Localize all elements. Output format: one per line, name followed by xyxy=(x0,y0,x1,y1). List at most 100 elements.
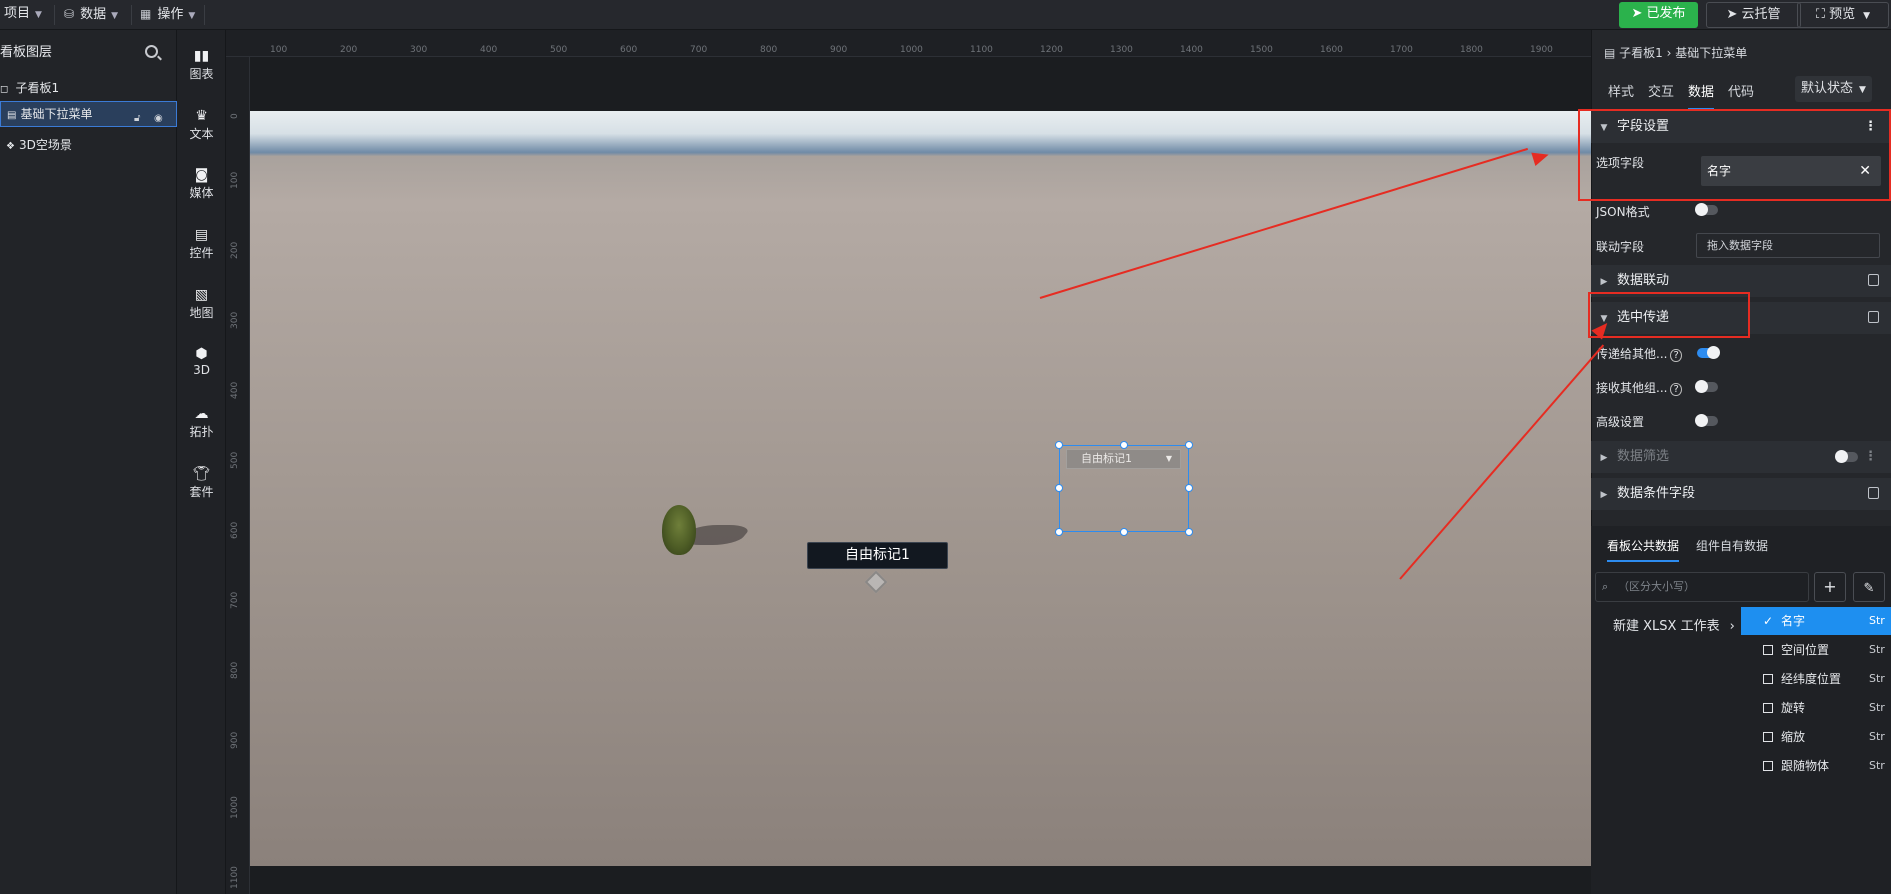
field-item[interactable]: ✓ 名字 Str xyxy=(1741,607,1891,635)
preview-label: 预览 xyxy=(1829,7,1856,22)
data-menu[interactable]: ⛁ 数据 ▼ xyxy=(64,0,118,30)
section-title: 数据筛选 xyxy=(1617,449,1670,464)
tool-kit[interactable]: 👕︎ 套件 xyxy=(177,465,226,500)
ruler-tick-label: 200 xyxy=(230,241,240,259)
tab-style[interactable]: 样式 xyxy=(1608,81,1634,100)
receive-others-label: 接收其他组...? xyxy=(1596,379,1682,396)
ruler-tick-label: 1000 xyxy=(230,796,240,819)
ruler-tick-label: 800 xyxy=(230,661,240,679)
resize-handle[interactable] xyxy=(1120,441,1128,449)
tab-code[interactable]: 代码 xyxy=(1728,81,1754,100)
3d-scene-viewport[interactable] xyxy=(250,111,1591,866)
tab-board-public-data[interactable]: 看板公共数据 xyxy=(1607,537,1680,562)
field-name: 名字 xyxy=(1781,614,1806,628)
ruler-tick-label: 1900 xyxy=(1530,45,1553,55)
section-condition-field[interactable]: ▶ 数据条件字段 xyxy=(1591,478,1891,510)
ruler-tick-label: 1700 xyxy=(1390,45,1413,55)
ruler-tick-label: 600 xyxy=(230,521,240,539)
eye-icon[interactable]: ◉ xyxy=(154,107,166,124)
field-item[interactable]: 旋转 Str xyxy=(1741,694,1891,722)
layer-item-3d-scene[interactable]: ❖ 3D空场景 xyxy=(6,136,72,153)
link-field-input[interactable]: 拖入数据字段 xyxy=(1696,233,1880,258)
checkbox-icon xyxy=(1763,645,1773,655)
resize-handle[interactable] xyxy=(1055,441,1063,449)
help-icon[interactable]: ? xyxy=(1670,349,1682,362)
tool-control[interactable]: ▤ 控件 xyxy=(177,226,226,261)
caret-right-icon: ▶ xyxy=(1600,490,1608,500)
unlock-icon[interactable]: 🔓︎ xyxy=(134,107,146,124)
tool-map[interactable]: ▧ 地图 xyxy=(177,286,226,321)
tab-component-own-data[interactable]: 组件自有数据 xyxy=(1696,537,1768,554)
published-button[interactable]: ➤ 已发布 xyxy=(1619,2,1698,28)
field-item[interactable]: 经纬度位置 Str xyxy=(1741,665,1891,693)
tool-topology[interactable]: ☁ 拓扑 xyxy=(177,405,226,440)
ruler-tick-label: 600 xyxy=(620,45,638,55)
datasource-item[interactable]: 新建 XLSX 工作表 › xyxy=(1613,615,1735,634)
link-field-label: 联动字段 xyxy=(1596,240,1645,254)
send-icon: ➤ xyxy=(1631,6,1647,21)
chevron-down-icon: ▼ xyxy=(188,11,196,21)
lock-icon[interactable] xyxy=(1868,311,1879,323)
breadcrumb-parent[interactable]: 子看板1 xyxy=(1619,46,1663,60)
data-filter-toggle[interactable] xyxy=(1835,450,1858,463)
resize-handle[interactable] xyxy=(1185,528,1193,536)
field-item[interactable]: 缩放 Str xyxy=(1741,723,1891,751)
help-icon[interactable]: ? xyxy=(1670,383,1682,396)
resize-handle[interactable] xyxy=(1185,441,1193,449)
field-item[interactable]: 空间位置 Str xyxy=(1741,636,1891,664)
tree-model[interactable] xyxy=(662,505,696,555)
receive-others-toggle[interactable] xyxy=(1695,380,1718,393)
lock-icon[interactable] xyxy=(1868,487,1879,499)
preview-button[interactable]: ⛶ 预览 ▼ xyxy=(1797,2,1889,28)
ruler-tick-label: 300 xyxy=(230,311,240,329)
resize-handle[interactable] xyxy=(1185,484,1193,492)
ruler-tick-label: 1100 xyxy=(970,45,993,55)
cloud-hosting-button[interactable]: ➤ 云托管 xyxy=(1706,2,1801,28)
toggle-knob xyxy=(1695,414,1708,427)
free-marker-label[interactable]: 自由标记1 xyxy=(807,542,948,569)
state-select[interactable]: 默认状态 ▼ xyxy=(1795,76,1872,102)
search-icon[interactable] xyxy=(145,45,158,58)
json-format-label: JSON格式 xyxy=(1596,205,1650,219)
project-menu-label: 项目 xyxy=(4,6,31,21)
tool-label: 图表 xyxy=(189,67,214,81)
resize-handle[interactable] xyxy=(1055,528,1063,536)
send-icon: ➤ xyxy=(1726,7,1742,22)
tool-text[interactable]: ♛ 文本 xyxy=(177,107,226,142)
ruler-tick-label: 1200 xyxy=(1040,45,1063,55)
field-search-input[interactable]: ⌕ （区分大小写） xyxy=(1595,572,1809,602)
tool-media[interactable]: ◙ 媒体 xyxy=(177,166,226,201)
ruler-tick-label: 700 xyxy=(230,591,240,609)
ruler-tick-label: 1400 xyxy=(1180,45,1203,55)
edit-button[interactable]: ✎ xyxy=(1853,572,1885,602)
add-button[interactable]: + xyxy=(1814,572,1846,602)
tool-3d[interactable]: ⬢ 3D xyxy=(177,345,226,377)
operations-menu[interactable]: ▦ 操作 ▼ xyxy=(140,0,195,30)
ruler-tick-label: 200 xyxy=(340,45,358,55)
datasource-label: 新建 XLSX 工作表 xyxy=(1613,619,1720,634)
media-icon: ◙ xyxy=(194,167,209,183)
crown-icon: ♛ xyxy=(195,108,208,124)
topology-icon: ☁ xyxy=(194,406,209,422)
ruler-tick-label: 900 xyxy=(830,45,848,55)
pass-to-others-toggle[interactable] xyxy=(1697,346,1720,359)
dropdown-select[interactable]: 自由标记1 ▼ xyxy=(1066,449,1181,469)
search-placeholder: （区分大小写） xyxy=(1618,580,1695,593)
checkbox-icon xyxy=(1763,732,1773,742)
layer-item-dropdown[interactable]: ▤ 基础下拉菜单 🔓︎ ◉ xyxy=(0,101,177,127)
tool-label: 3D xyxy=(193,363,210,377)
tab-data[interactable]: 数据 xyxy=(1688,81,1715,110)
field-item[interactable]: 跟随物体 Str xyxy=(1741,752,1891,780)
advanced-settings-toggle[interactable] xyxy=(1695,414,1718,427)
more-icon[interactable]: ⋮ xyxy=(1864,441,1877,473)
resize-handle[interactable] xyxy=(1055,484,1063,492)
resize-handle[interactable] xyxy=(1120,528,1128,536)
lock-icon[interactable] xyxy=(1868,274,1879,286)
section-data-filter[interactable]: ▶ 数据筛选 ⋮ xyxy=(1591,441,1891,473)
tool-chart[interactable]: ▮▮ 图表 xyxy=(177,47,226,82)
json-format-toggle[interactable] xyxy=(1695,203,1718,216)
layer-item-subboard[interactable]: ◻ 子看板1 xyxy=(0,79,59,96)
layers-title: 看板图层 xyxy=(0,45,53,60)
project-menu[interactable]: 项目 ▼ xyxy=(4,0,42,30)
tab-interaction[interactable]: 交互 xyxy=(1648,81,1674,100)
